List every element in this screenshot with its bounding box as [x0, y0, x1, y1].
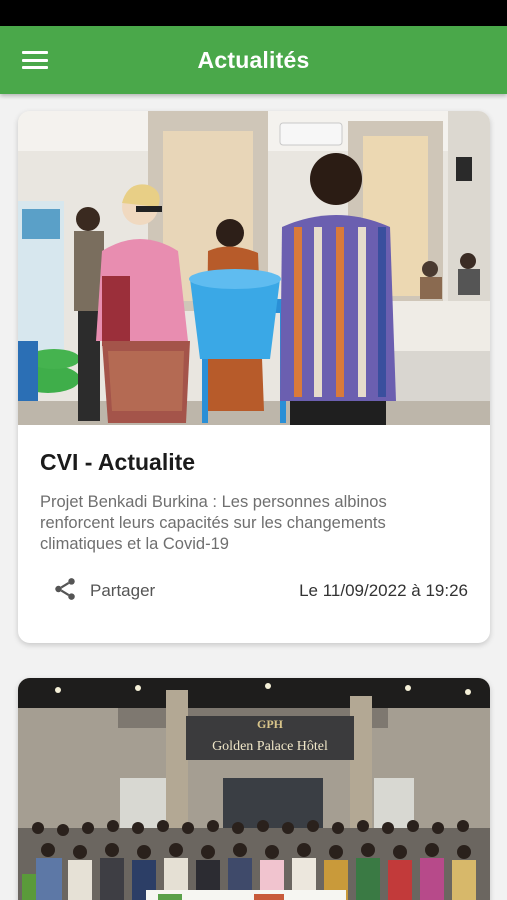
news-image	[18, 111, 490, 425]
news-card[interactable]: CVI - Actualite Projet Benkadi Burkina :…	[18, 111, 490, 643]
sign-logo: GPH	[257, 717, 284, 731]
share-label: Partager	[90, 581, 156, 600]
app-bar: Actualités	[0, 26, 507, 94]
share-icon	[52, 576, 78, 607]
status-bar	[0, 0, 507, 26]
card-title: CVI - Actualite	[40, 449, 196, 475]
publish-date: Le 11/09/2022 à 19:26	[299, 581, 468, 600]
hotel-sign-text: Golden Palace Hôtel	[212, 739, 328, 754]
share-button[interactable]: Partager	[52, 576, 155, 607]
card-description: Projet Benkadi Burkina : Les personnes a…	[40, 493, 387, 553]
news-image: GPH Golden Palace Hôtel	[18, 678, 490, 900]
page-title: Actualités	[197, 46, 310, 73]
news-card[interactable]: GPH Golden Palace Hôtel	[18, 678, 490, 900]
card-footer: Partager Le 11/09/2022 à 19:26	[18, 571, 490, 611]
hamburger-menu-icon[interactable]	[20, 48, 50, 72]
